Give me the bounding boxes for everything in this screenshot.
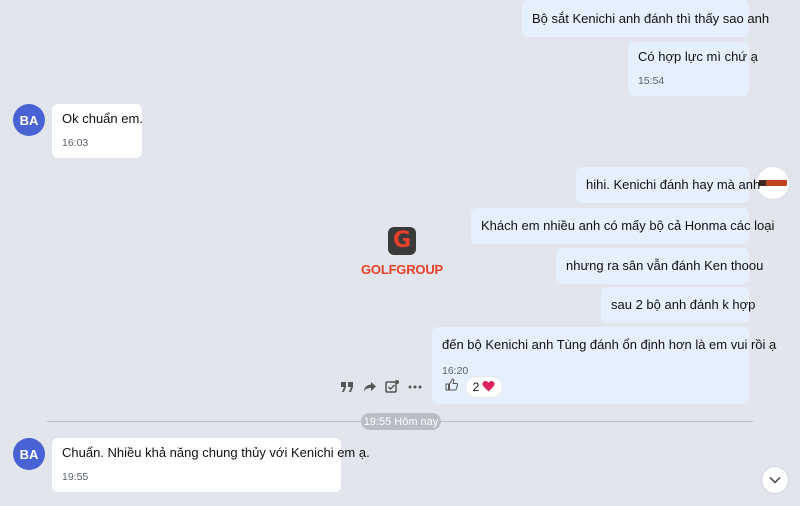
message-text: hihi. Kenichi đánh hay mà anh — [586, 177, 761, 192]
share-icon[interactable] — [360, 377, 380, 397]
reaction-count: 2 — [472, 380, 480, 394]
like-icon — [445, 378, 458, 396]
message-bubble[interactable]: nhưng ra sân vẫn đánh Ken thoou — [556, 248, 764, 284]
message-bubble[interactable]: hihi. Kenichi đánh hay mà anh — [576, 167, 761, 203]
watermark-brand: GOLFGROUP — [361, 262, 443, 277]
message-bubble[interactable]: sau 2 bộ anh đánh k hợp — [601, 287, 756, 323]
reaction-summary[interactable]: 2 — [466, 377, 502, 397]
message-text: đến bộ Kenichi anh Tùng đánh ổn định hơn… — [442, 337, 777, 352]
message-text: sau 2 bộ anh đánh k hợp — [611, 297, 756, 312]
message-bubble[interactable]: Có hợp lực mì chứ ạ 15:54 — [628, 42, 758, 96]
message-time: 16:03 — [62, 137, 89, 149]
avatar[interactable]: BA — [13, 438, 45, 470]
golfgroup-watermark: G GOLFGROUP — [357, 227, 447, 287]
message-time: 15:54 — [638, 75, 665, 87]
message-bubble[interactable]: Chuẩn. Nhiều khả năng chung thủy với Ken… — [52, 438, 370, 492]
avatar-initials: BA — [19, 112, 39, 128]
heart-icon — [482, 380, 495, 395]
golfgroup-logo-icon: G — [388, 227, 416, 255]
message-text: nhưng ra sân vẫn đánh Ken thoou — [566, 258, 764, 273]
date-divider: 19:55 Hôm nay — [361, 413, 441, 430]
chevron-down-icon — [769, 471, 781, 489]
quote-icon[interactable] — [337, 377, 357, 397]
message-actions — [336, 377, 426, 397]
like-reaction-button[interactable] — [441, 377, 461, 397]
avatar[interactable]: BA — [13, 104, 45, 136]
my-avatar[interactable] — [757, 167, 789, 199]
message-time: 19:55 — [62, 471, 89, 483]
message-text: Chuẩn. Nhiều khả năng chung thủy với Ken… — [62, 445, 370, 460]
chat-area: G GOLFGROUP Bộ sắt Kenichi anh đánh thì … — [0, 0, 800, 506]
message-bubble[interactable]: Ok chuẩn em. 16:03 — [52, 104, 143, 158]
message-text: Khách em nhiều anh có mấy bộ cả Honma cá… — [481, 218, 775, 233]
message-text: Bộ sắt Kenichi anh đánh thì thấy sao anh — [532, 10, 770, 26]
task-icon[interactable] — [382, 377, 402, 397]
more-icon[interactable] — [405, 377, 425, 397]
avatar-logo-icon — [759, 180, 787, 186]
message-bubble[interactable]: Khách em nhiều anh có mấy bộ cả Honma cá… — [471, 208, 775, 244]
avatar-initials: BA — [19, 446, 39, 462]
message-text: Ok chuẩn em. — [62, 111, 143, 126]
scroll-to-bottom-button[interactable] — [762, 467, 788, 493]
message-text: Có hợp lực mì chứ ạ — [638, 49, 758, 64]
message-bubble[interactable]: Bộ sắt Kenichi anh đánh thì thấy sao anh — [522, 0, 770, 37]
